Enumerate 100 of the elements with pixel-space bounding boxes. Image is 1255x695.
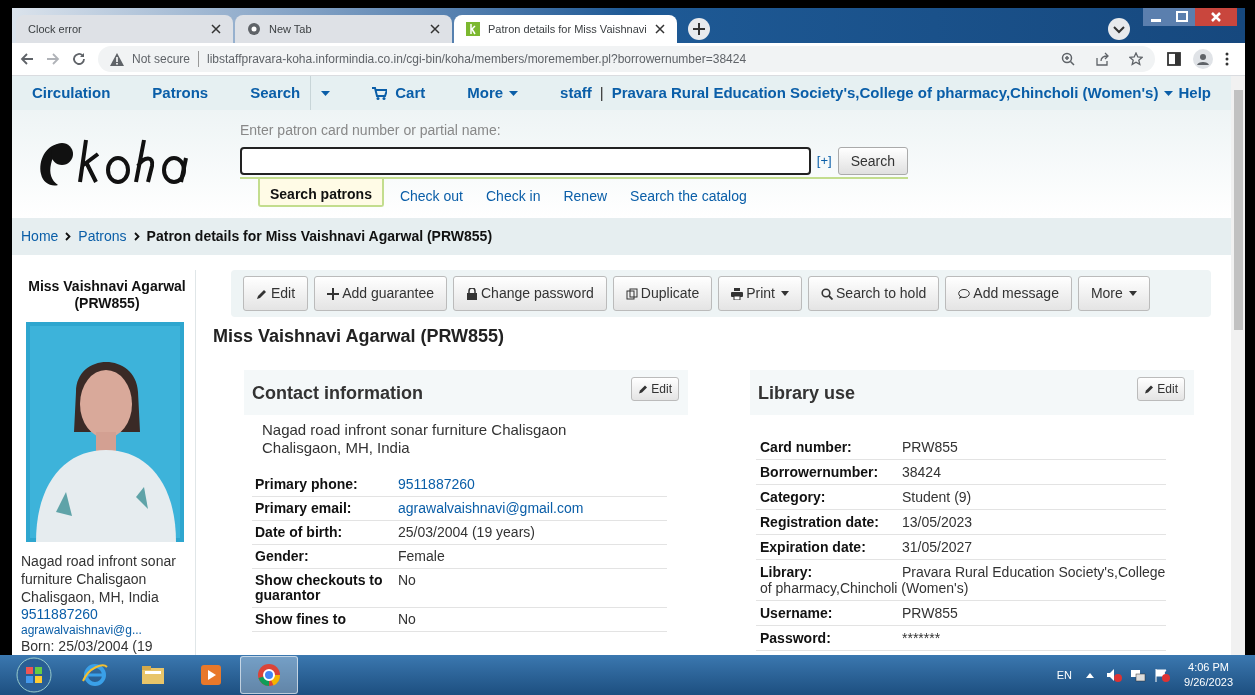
close-icon: [1195, 8, 1237, 26]
nav-link[interactable]: Patrons: [152, 81, 209, 105]
caret-icon: [1128, 291, 1137, 296]
speech-bubble-icon: [958, 287, 971, 300]
breadcrumb-link[interactable]: Patrons: [78, 225, 127, 247]
breadcrumb-current: Patron details for Miss Vaishnavi Agarwal (PRW855): [146, 226, 493, 246]
kebab-menu-icon: [1225, 52, 1229, 66]
toolbar-button[interactable]: Edit: [243, 276, 309, 311]
star-icon: [1129, 52, 1143, 66]
share-icon: [1095, 52, 1109, 66]
language-indicator[interactable]: EN: [1056, 666, 1073, 684]
plus-icon: [327, 287, 340, 300]
url-text: libstaffpravara-koha.informindia.co.in/cgi-bin/koha/members/moremember.pl?borrowernumber=38424: [207, 51, 748, 68]
browser-tab[interactable]: New Tab: [235, 15, 452, 43]
field-label: Primary email:: [254, 501, 353, 516]
network-icon: [1130, 668, 1147, 682]
panel-title: Library use: [758, 382, 856, 405]
patron-heading: Miss Vaishnavi Agarwal (PRW855): [213, 325, 506, 348]
field-label: Expiration date:: [759, 539, 867, 555]
toolbar-button[interactable]: Add guarantee: [314, 276, 447, 311]
zoom-icon: [1061, 52, 1075, 66]
toolbar-button[interactable]: Add message: [945, 276, 1072, 311]
address-line: Chalisgaon, MH, India: [262, 439, 411, 457]
field-label: Gender:: [254, 549, 310, 564]
field-value: No: [398, 573, 416, 590]
toolbar-button[interactable]: Search to hold: [808, 276, 940, 311]
field-label: Borrowernumber:: [759, 464, 880, 480]
user-name: staff: [560, 82, 592, 103]
browser-tab[interactable]: Clock error: [16, 15, 233, 43]
browser-icon: [247, 22, 261, 36]
address-text: Nagad road infront sonar furniture Chalisgaon Chalisgaon, MH, India: [21, 552, 177, 606]
side-panel-icon: [1167, 52, 1181, 66]
nav-link[interactable]: Search: [250, 81, 301, 105]
profile-icon: [1193, 49, 1213, 69]
breadcrumb-link[interactable]: Home: [21, 225, 59, 247]
search-tab[interactable]: Check out: [389, 179, 473, 207]
nav-link[interactable]: Cart: [372, 81, 426, 105]
address-bar[interactable]: Not secure libstaffpravara-koha.informindia.co.in/cgi-bin/koha/members/moremember.pl?borrowernumber=38424: [98, 46, 1155, 72]
field-label: Registration date:: [759, 514, 880, 530]
library-field: Library: Pravara Rural Education Society's,College of pharmacy,Chincholi (Women's): [756, 564, 1166, 596]
toolbar-button[interactable]: Duplicate: [612, 276, 713, 311]
field-value: PRW855: [902, 605, 958, 621]
nav-link[interactable]: Circulation: [32, 81, 111, 105]
search-tab[interactable]: Search patrons: [258, 179, 384, 207]
pencil-icon: [256, 287, 268, 300]
chevron-right-icon: [65, 231, 72, 241]
close-icon: [211, 24, 221, 34]
field-value: 13/05/2023: [902, 514, 973, 530]
search-tab[interactable]: Renew: [553, 179, 618, 207]
clock-time: 4:06 PM: [1188, 660, 1229, 675]
field-link[interactable]: agrawalvaishnavi@gmail.com: [398, 501, 584, 516]
reload-icon: [72, 52, 86, 66]
field-label: Show checkouts to guarantor: [254, 573, 384, 603]
browser-tab[interactable]: Patron details for Miss Vaishnavi: [454, 15, 677, 43]
library-link[interactable]: Pravara Rural Education Society's,College of pharmacy,Chincholi (Women's): [611, 81, 1174, 105]
k-logo-icon: [466, 22, 480, 36]
toolbar-button[interactable]: Print: [718, 276, 802, 311]
nav-link[interactable]: More: [467, 81, 519, 105]
toolbar-button[interactable]: More: [1077, 276, 1150, 311]
search-field[interactable]: [240, 147, 811, 175]
warning-icon: [110, 52, 124, 66]
close-icon: [430, 24, 440, 34]
caret-icon: [781, 291, 789, 296]
field-value: PRW855: [902, 439, 958, 455]
toolbar-button[interactable]: Change password: [453, 276, 607, 311]
field-link[interactable]: 9511887260: [398, 477, 475, 492]
panel-title: Contact information: [252, 382, 423, 405]
search-icon: [821, 287, 833, 300]
expand-link[interactable]: [+]: [816, 151, 832, 171]
email-link[interactable]: agrawalvaishnavi@g...: [21, 623, 193, 638]
search-button[interactable]: Search: [837, 147, 908, 175]
edit-button[interactable]: Edit: [631, 377, 679, 401]
edit-button[interactable]: Edit: [1137, 377, 1185, 401]
start-orb-icon: [16, 657, 52, 693]
search-tab[interactable]: Check in: [476, 179, 551, 207]
dropdown-caret-icon[interactable]: [321, 90, 331, 96]
minimize-icon: [1143, 8, 1169, 26]
chevron-right-icon: [133, 231, 140, 241]
speaker-muted-icon: [1106, 668, 1123, 682]
help-link[interactable]: Help: [1178, 81, 1211, 105]
show-hidden-icon: [1086, 672, 1095, 678]
field-label: Primary phone:: [254, 477, 359, 492]
search-label: Enter patron card number or partial name:: [240, 121, 502, 140]
field-value: Female: [398, 549, 445, 564]
search-tab[interactable]: Search the catalog: [620, 179, 757, 207]
field-label: Date of birth:: [254, 525, 344, 540]
field-value: *******: [902, 630, 941, 646]
browser-e-icon: [81, 661, 109, 689]
birth-date: Born: 25/03/2004 (19: [21, 638, 154, 655]
field-label: Card number:: [759, 439, 853, 455]
scrollbar[interactable]: [1231, 76, 1245, 655]
field-value: 38424: [902, 464, 941, 480]
field-value: Student (9): [902, 489, 972, 505]
field-label: Category:: [759, 489, 827, 505]
pencil-icon: [1144, 384, 1155, 394]
cart-icon: [372, 86, 388, 100]
phone-link[interactable]: 9511887260: [21, 606, 193, 623]
clock-date: 9/26/2023: [1184, 675, 1233, 690]
security-label: Not secure: [132, 51, 191, 68]
pencil-icon: [638, 384, 649, 394]
